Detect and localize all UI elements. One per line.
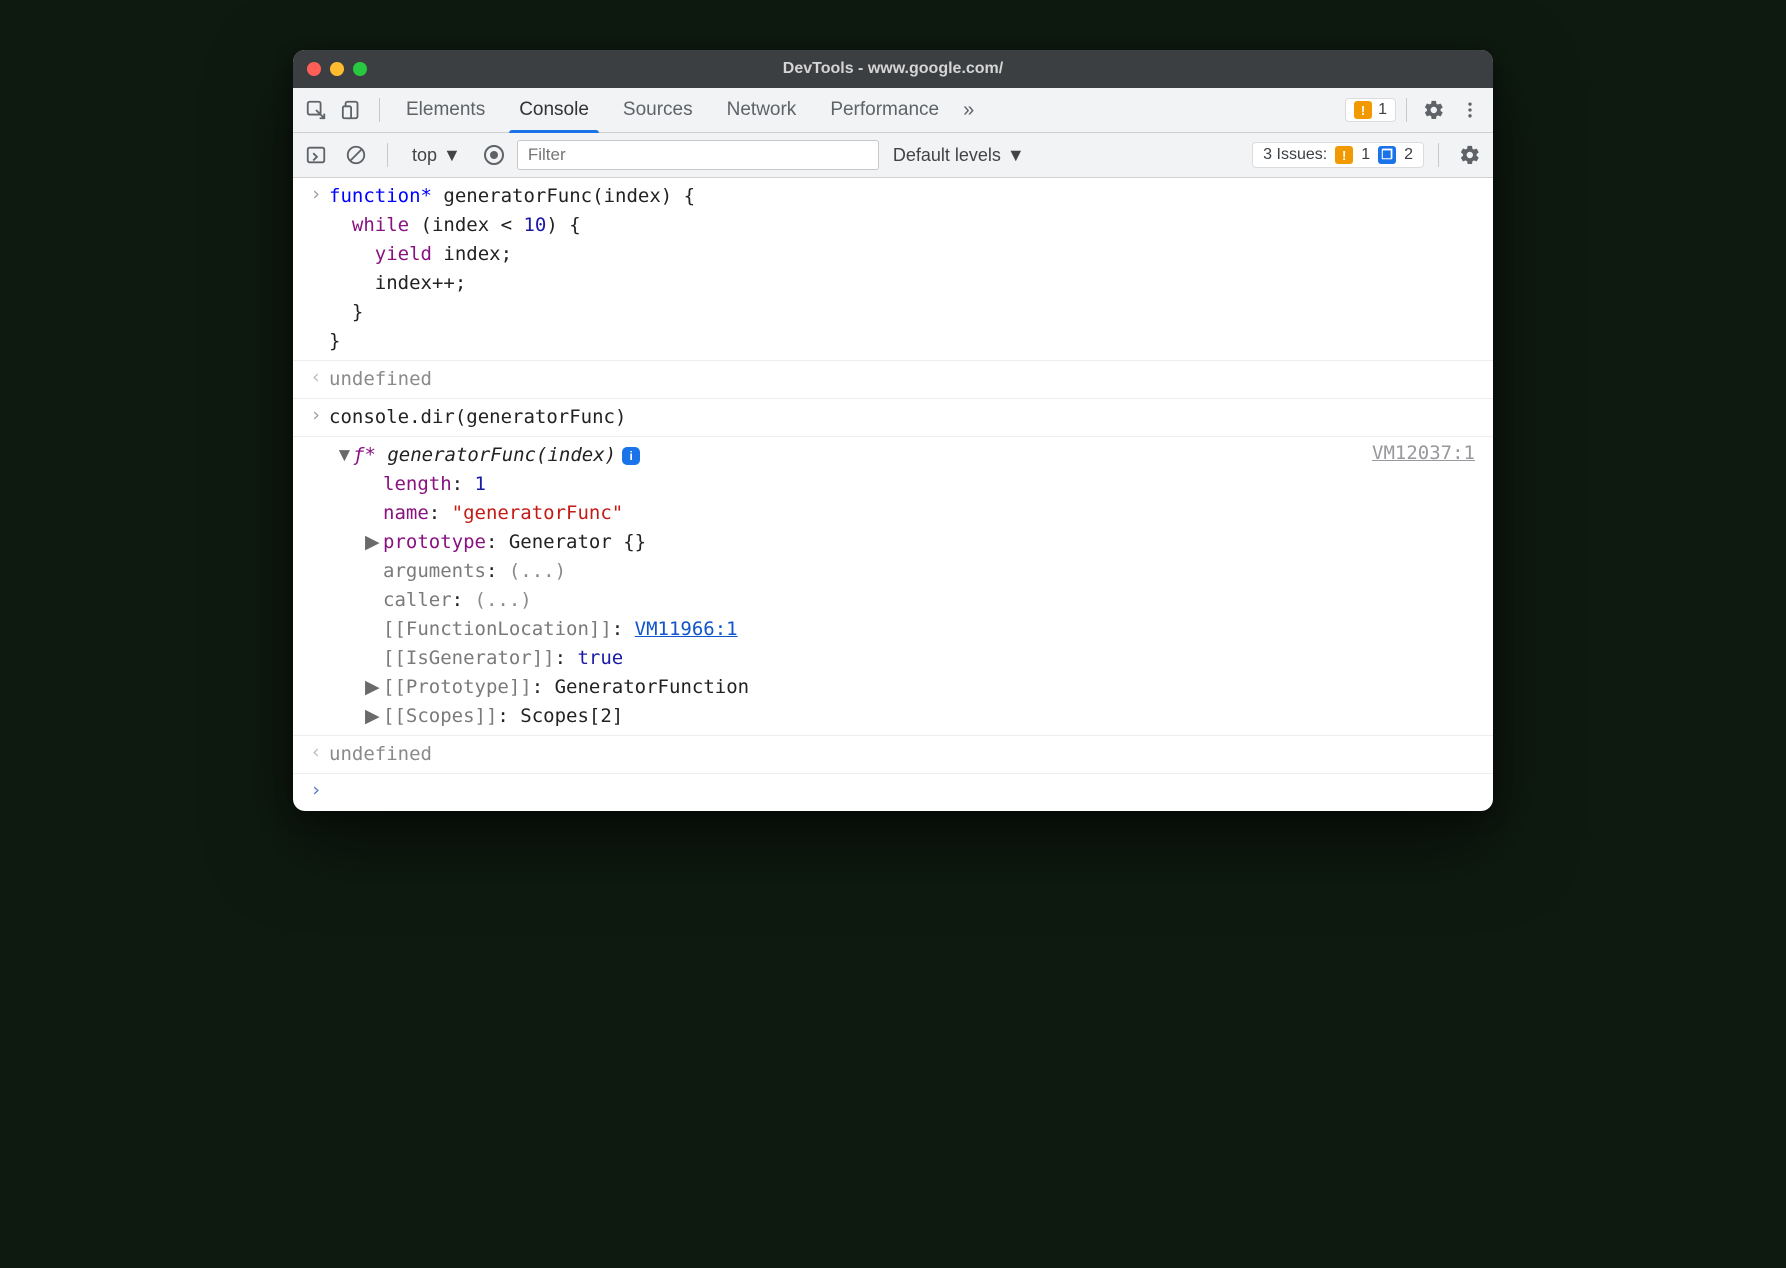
kebab-menu-icon[interactable] (1453, 93, 1487, 127)
titlebar: DevTools - www.google.com/ (293, 50, 1493, 88)
separator (1406, 98, 1407, 122)
context-label: top (412, 145, 437, 166)
tab-elements[interactable]: Elements (390, 88, 501, 132)
levels-label: Default levels (893, 145, 1001, 166)
disclosure-triangle-icon[interactable]: ▶ (365, 702, 379, 731)
settings-icon[interactable] (1417, 93, 1451, 127)
tab-console[interactable]: Console (503, 88, 605, 132)
message-source-link[interactable]: VM12037:1 (1372, 439, 1483, 468)
window-controls (307, 62, 367, 76)
disclosure-triangle-icon[interactable]: ▶ (365, 528, 379, 557)
tab-sources[interactable]: Sources (607, 88, 709, 132)
device-toolbar-icon[interactable] (335, 93, 369, 127)
inspect-element-icon[interactable] (299, 93, 333, 127)
context-selector[interactable]: top ▼ (402, 140, 471, 170)
window-title: DevTools - www.google.com/ (293, 60, 1493, 78)
result-value: undefined (329, 363, 1483, 396)
input-chevron-icon: › (303, 401, 329, 430)
console-entry-result: ‹ undefined (293, 736, 1493, 774)
output-chevron-icon: ‹ (303, 363, 329, 392)
console-entry-result: ‹ undefined (293, 361, 1493, 399)
console-entry-input[interactable]: › function* generatorFunc(index) { while… (293, 178, 1493, 361)
issues-warn-count: 1 (1361, 146, 1370, 164)
separator (387, 143, 388, 167)
issues-label: 3 Issues: (1263, 146, 1327, 164)
info-icon: ❐ (1378, 146, 1396, 164)
zoom-window-button[interactable] (353, 62, 367, 76)
warning-icon: ! (1354, 101, 1372, 119)
output-chevron-icon: ‹ (303, 738, 329, 767)
log-levels-selector[interactable]: Default levels ▼ (885, 145, 1033, 166)
more-tabs-button[interactable]: » (957, 99, 980, 122)
clear-console-icon[interactable] (339, 138, 373, 172)
minimize-window-button[interactable] (330, 62, 344, 76)
issues-indicator[interactable]: 3 Issues: ! 1 ❐ 2 (1252, 142, 1424, 168)
toggle-sidebar-icon[interactable] (299, 138, 333, 172)
console-toolbar: top ▼ Default levels ▼ 3 Issues: ! 1 ❐ 2 (293, 133, 1493, 178)
tab-performance[interactable]: Performance (814, 88, 955, 132)
tab-label: Sources (623, 99, 693, 121)
live-expression-icon[interactable] (477, 138, 511, 172)
chevron-down-icon: ▼ (1007, 145, 1025, 166)
tab-label: Network (727, 99, 797, 121)
warning-count-badge[interactable]: ! 1 (1345, 98, 1396, 122)
filter-input[interactable] (517, 140, 879, 170)
disclosure-triangle-icon[interactable]: ▶ (365, 673, 379, 702)
issues-info-count: 2 (1404, 146, 1413, 164)
disclosure-triangle-open-icon[interactable]: ▼ (335, 441, 349, 470)
chevron-down-icon: ▼ (443, 145, 461, 166)
tab-network[interactable]: Network (711, 88, 813, 132)
panel-tabstrip: Elements Console Sources Network Perform… (293, 88, 1493, 133)
console-entry-input[interactable]: › console.dir(generatorFunc) (293, 399, 1493, 437)
input-chevron-icon: › (303, 180, 329, 209)
prompt-chevron-icon: › (303, 776, 329, 805)
code-block: function* generatorFunc(index) { while (… (329, 180, 1483, 358)
object-tree: ▼ƒ* generatorFunc(index)i length: 1name:… (329, 439, 1372, 733)
devtools-window: DevTools - www.google.com/ Elements Cons… (293, 50, 1493, 811)
code-line: console.dir(generatorFunc) (329, 401, 1483, 434)
separator (379, 98, 380, 122)
separator (1438, 143, 1439, 167)
warning-icon: ! (1335, 146, 1353, 164)
tab-label: Performance (830, 99, 939, 121)
console-prompt[interactable]: › (293, 774, 1493, 811)
console-output: › function* generatorFunc(index) { while… (293, 178, 1493, 811)
tab-label: Console (519, 99, 589, 121)
console-entry-dir: ▼ƒ* generatorFunc(index)i length: 1name:… (293, 437, 1493, 736)
close-window-button[interactable] (307, 62, 321, 76)
info-icon[interactable]: i (622, 447, 640, 465)
source-link[interactable]: VM11966:1 (635, 618, 738, 640)
tab-label: Elements (406, 99, 485, 121)
result-value: undefined (329, 738, 1483, 771)
warning-count: 1 (1378, 101, 1387, 119)
filter-field[interactable] (517, 140, 879, 170)
prompt-input[interactable] (329, 776, 1483, 809)
console-settings-icon[interactable] (1453, 138, 1487, 172)
